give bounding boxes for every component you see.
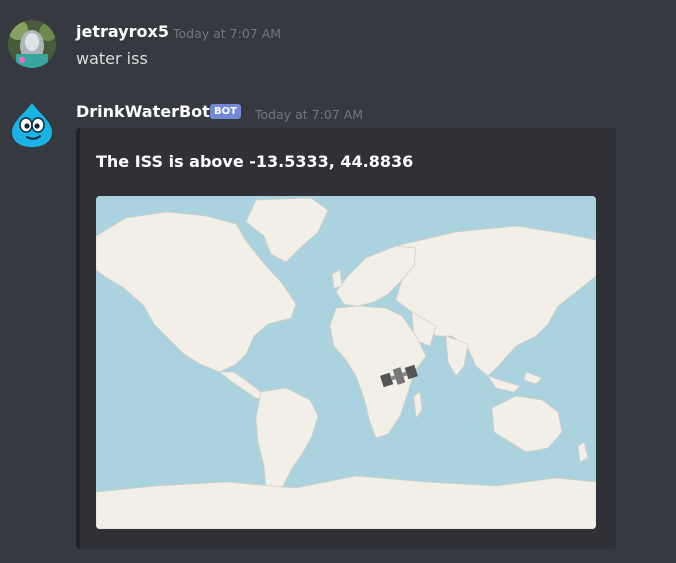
timestamp: Today at 7:07 AM xyxy=(255,107,364,122)
user-avatar-icon[interactable] xyxy=(8,20,56,68)
world-map-icon[interactable] xyxy=(96,196,596,529)
water-drop-avatar-icon[interactable] xyxy=(8,100,56,148)
chat-log: jetrayrox5 Today at 7:07 AM water iss Dr… xyxy=(0,0,676,563)
bot-tag: BOT xyxy=(210,104,241,119)
embed: The ISS is above -13.5333, 44.8836 xyxy=(76,128,616,549)
embed-title: The ISS is above -13.5333, 44.8836 xyxy=(96,152,414,171)
message-content: water iss xyxy=(76,49,148,68)
username[interactable]: DrinkWaterBot xyxy=(76,102,210,121)
timestamp: Today at 7:07 AM xyxy=(173,26,282,41)
username[interactable]: jetrayrox5 xyxy=(76,22,169,41)
